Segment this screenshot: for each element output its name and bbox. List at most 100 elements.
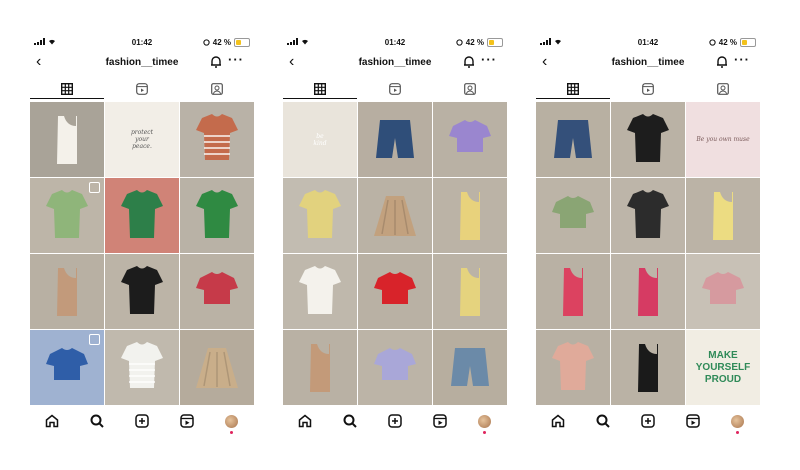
nav-home[interactable] (293, 410, 317, 432)
profile-header: ‹ fashion__timee ··· (283, 52, 507, 74)
clothing-photo (552, 342, 594, 390)
tab-reels[interactable] (358, 80, 432, 98)
post-thumbnail[interactable] (30, 330, 104, 405)
post-thumbnail[interactable] (283, 254, 357, 329)
orientation-lock-icon (709, 39, 716, 46)
clothing-photo (449, 120, 491, 152)
nav-profile[interactable] (473, 410, 497, 434)
nav-search[interactable] (85, 410, 109, 432)
post-thumbnail[interactable] (105, 178, 179, 253)
more-options-button[interactable]: ··· (734, 52, 750, 67)
post-thumbnail[interactable] (611, 178, 685, 253)
post-thumbnail[interactable] (283, 178, 357, 253)
clothing-photo (196, 272, 238, 304)
post-caption-text: Be you own muse (696, 136, 750, 143)
battery-percent: 42 % (718, 38, 737, 47)
phone-screen-1: 01:42 42 % ‹ fashion__timee ··· protect … (30, 34, 254, 440)
bell-icon[interactable] (463, 55, 475, 68)
clothing-photo (374, 272, 416, 304)
tab-reels[interactable] (105, 80, 179, 98)
tab-posts-grid[interactable] (30, 80, 104, 99)
nav-create[interactable] (383, 410, 407, 432)
nav-search[interactable] (591, 410, 615, 432)
nav-profile[interactable] (220, 410, 244, 434)
avatar (731, 414, 745, 428)
post-thumbnail[interactable] (536, 254, 610, 329)
post-thumbnail[interactable] (180, 102, 254, 177)
post-caption-text: be kind (313, 132, 327, 147)
tab-posts-grid[interactable] (283, 80, 357, 99)
clothing-photo (196, 114, 238, 160)
more-options-button[interactable]: ··· (228, 52, 244, 67)
tab-tagged[interactable] (180, 80, 254, 98)
clothing-photo (121, 266, 163, 314)
post-thumbnail[interactable] (433, 102, 507, 177)
nav-home[interactable] (40, 410, 64, 432)
post-thumbnail[interactable] (30, 254, 104, 329)
post-thumbnail[interactable] (105, 254, 179, 329)
post-thumbnail[interactable] (686, 178, 760, 253)
search-icon (90, 414, 104, 428)
post-thumbnail[interactable]: Be you own muse (686, 102, 760, 177)
post-thumbnail[interactable] (105, 330, 179, 405)
post-thumbnail[interactable] (686, 254, 760, 329)
nav-search[interactable] (338, 410, 362, 432)
post-thumbnail[interactable] (611, 330, 685, 405)
post-thumbnail[interactable] (611, 254, 685, 329)
post-thumbnail[interactable] (30, 102, 104, 177)
battery-icon (234, 38, 250, 47)
reels-icon (136, 83, 148, 95)
clothing-photo (57, 116, 77, 164)
post-thumbnail[interactable]: protect your peace. (105, 102, 179, 177)
post-thumbnail[interactable] (283, 330, 357, 405)
reels-icon (642, 83, 654, 95)
more-options-button[interactable]: ··· (481, 52, 497, 67)
tab-tagged[interactable] (686, 80, 760, 98)
status-right: 42 % (709, 38, 756, 47)
post-thumbnail[interactable] (358, 330, 432, 405)
nav-reels[interactable] (428, 410, 452, 432)
post-thumbnail[interactable] (611, 102, 685, 177)
post-thumbnail[interactable] (433, 330, 507, 405)
clothing-photo (299, 266, 341, 314)
nav-reels[interactable] (175, 410, 199, 432)
post-thumbnail[interactable] (536, 102, 610, 177)
post-thumbnail[interactable] (358, 102, 432, 177)
add-post-icon (641, 414, 655, 428)
notification-dot (229, 431, 233, 434)
tab-posts-grid[interactable] (536, 80, 610, 99)
bell-icon[interactable] (210, 55, 222, 68)
clothing-photo (57, 268, 77, 316)
nav-create[interactable] (636, 410, 660, 432)
tagged-icon (464, 83, 476, 95)
add-post-icon (388, 414, 402, 428)
bell-icon[interactable] (716, 55, 728, 68)
battery-percent: 42 % (212, 38, 231, 47)
tab-tagged[interactable] (433, 80, 507, 98)
grid-icon (567, 83, 579, 95)
post-thumbnail[interactable] (536, 178, 610, 253)
post-thumbnail[interactable] (358, 178, 432, 253)
clothing-photo (376, 120, 414, 158)
post-thumbnail[interactable] (536, 330, 610, 405)
nav-create[interactable] (130, 410, 154, 432)
post-thumbnail[interactable] (30, 178, 104, 253)
post-thumbnail[interactable] (433, 254, 507, 329)
grid-icon (314, 83, 326, 95)
notification-dot (482, 431, 486, 434)
post-thumbnail[interactable]: be kind (283, 102, 357, 177)
post-thumbnail[interactable] (433, 178, 507, 253)
avatar (478, 414, 492, 428)
nav-home[interactable] (546, 410, 570, 432)
nav-profile[interactable] (726, 410, 750, 434)
post-thumbnail[interactable] (180, 330, 254, 405)
bottom-nav (536, 406, 760, 436)
tagged-icon (211, 83, 223, 95)
post-thumbnail[interactable] (180, 254, 254, 329)
post-thumbnail[interactable] (180, 178, 254, 253)
post-thumbnail[interactable] (358, 254, 432, 329)
tab-reels[interactable] (611, 80, 685, 98)
nav-reels[interactable] (681, 410, 705, 432)
battery-percent: 42 % (465, 38, 484, 47)
post-thumbnail[interactable]: MAKE YOURSELF PROUD (686, 330, 760, 405)
